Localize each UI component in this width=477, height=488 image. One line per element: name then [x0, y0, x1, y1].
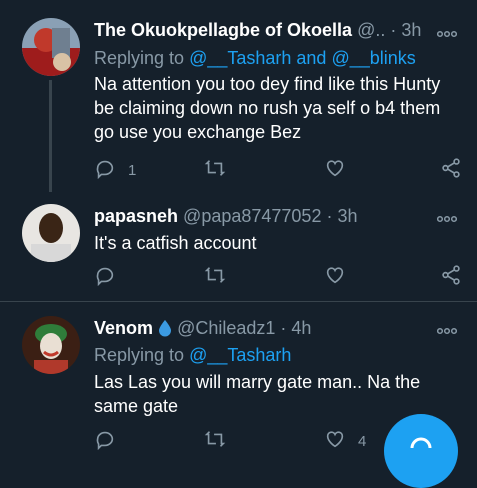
- reply-count: 1: [128, 161, 137, 179]
- more-icon[interactable]: [436, 211, 458, 223]
- retweet-button[interactable]: [204, 265, 238, 289]
- replying-to-label: Replying to: [94, 345, 185, 365]
- avatar[interactable]: [22, 204, 80, 262]
- timestamp[interactable]: 3h: [401, 20, 421, 40]
- tweet-text-line: It's a catfish account: [94, 233, 257, 253]
- like-button[interactable]: 4: [324, 429, 366, 453]
- compose-icon: [406, 428, 436, 453]
- retweet-icon: [204, 157, 226, 184]
- replying-to: Replying to @__Tasharh and @__blinks: [94, 46, 416, 70]
- retweet-icon: [204, 264, 226, 291]
- tweet-text-line: Na attention you too dey find like this …: [94, 74, 441, 94]
- like-icon: [324, 428, 346, 455]
- share-button[interactable]: [440, 264, 462, 291]
- like-button[interactable]: [324, 158, 358, 182]
- share-icon: [440, 264, 462, 291]
- retweet-icon: [204, 428, 226, 455]
- tweet-header: The Okuokpellagbe of Okoella @.. · 3h: [94, 18, 433, 42]
- thread-line: [49, 80, 52, 192]
- tweet-text: Na attention you too dey find like this …: [94, 72, 464, 144]
- tweet-text-line: go use you exchange Bez: [94, 122, 302, 142]
- like-count: 4: [358, 432, 367, 450]
- tweet[interactable]: papasneh @papa87477052 · 3h It's a catfi…: [0, 198, 477, 300]
- retweet-button[interactable]: [204, 158, 238, 182]
- reply-icon: [94, 157, 116, 184]
- reply-icon: [94, 428, 116, 455]
- handle[interactable]: @papa87477052: [183, 206, 321, 226]
- replying-to: Replying to @__Tasharh: [94, 343, 291, 367]
- reply-button[interactable]: 1: [94, 158, 136, 182]
- tweet-text: Las Las you will marry gate man.. Na the…: [94, 370, 464, 418]
- handle[interactable]: @Chileadz1: [177, 318, 275, 338]
- separator: ·: [280, 318, 287, 338]
- reply-button[interactable]: [94, 429, 128, 453]
- more-icon[interactable]: [436, 323, 458, 335]
- like-icon: [324, 157, 346, 184]
- droplet-icon: [158, 319, 172, 340]
- tweet[interactable]: The Okuokpellagbe of Okoella @.. · 3h Re…: [0, 0, 477, 198]
- avatar[interactable]: [22, 316, 80, 374]
- share-button[interactable]: [440, 157, 462, 184]
- tweet-text: It's a catfish account: [94, 231, 464, 255]
- display-name[interactable]: Venom: [94, 318, 153, 338]
- mention-link[interactable]: @__Tasharh and @__blinks: [189, 48, 416, 68]
- tweet-actions: 1: [94, 157, 464, 184]
- tweet-text-line: same gate: [94, 396, 179, 416]
- tweet-actions: [94, 264, 464, 291]
- reply-button[interactable]: [94, 265, 128, 289]
- mention-link[interactable]: @__Tasharh: [189, 345, 291, 365]
- tweet-header: Venom @Chileadz1 · 4h: [94, 316, 433, 340]
- share-icon: [440, 157, 462, 184]
- handle[interactable]: @..: [357, 20, 385, 40]
- more-icon[interactable]: [436, 26, 458, 38]
- like-icon: [324, 264, 346, 291]
- reply-icon: [94, 264, 116, 291]
- tweet-text-line: be claiming down no rush ya self o b4 th…: [94, 98, 441, 118]
- timestamp[interactable]: 3h: [337, 206, 357, 226]
- retweet-button[interactable]: [204, 429, 238, 453]
- replying-to-label: Replying to: [94, 48, 185, 68]
- separator: ·: [326, 206, 333, 226]
- display-name[interactable]: The Okuokpellagbe of Okoella: [94, 20, 352, 40]
- avatar[interactable]: [22, 18, 80, 76]
- compose-button[interactable]: [384, 414, 458, 488]
- display-name[interactable]: papasneh: [94, 206, 178, 226]
- separator: ·: [390, 20, 397, 40]
- tweet-header: papasneh @papa87477052 · 3h: [94, 204, 433, 228]
- tweet-text-line: Las Las you will marry gate man.. Na the: [94, 372, 421, 392]
- timestamp[interactable]: 4h: [291, 318, 311, 338]
- like-button[interactable]: [324, 265, 358, 289]
